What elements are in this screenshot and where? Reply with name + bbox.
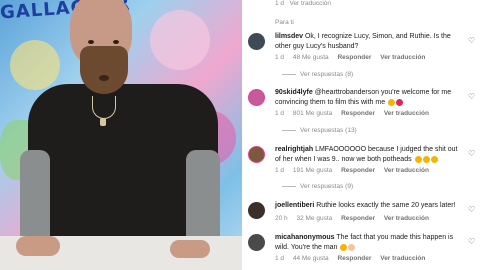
avatar[interactable] [248, 146, 265, 163]
comment-body: Ruthie looks exactly the same 20 years l… [316, 202, 456, 209]
person-hand [16, 236, 60, 256]
video-player[interactable]: GALLAGHER [0, 0, 242, 270]
heart-outline-icon[interactable]: ♡ [468, 92, 475, 101]
emoji-icon [348, 243, 356, 251]
person-eye [113, 40, 119, 44]
comment-text: lilmsdev Ok, I recognize Lucy, Simon, an… [275, 32, 463, 52]
avatar[interactable] [248, 234, 265, 251]
comment-time: 1 d [275, 255, 285, 262]
comment-time: 1 d [275, 54, 285, 61]
comment-text: joellentiberi Ruthie looks exactly the s… [275, 201, 463, 211]
person-right-arm [186, 150, 220, 250]
comment-text: realrightjah LMFAOOOOOO because I judged… [275, 145, 463, 165]
view-replies-button[interactable]: Ver respuestas (9) [282, 183, 353, 190]
comment-username[interactable]: realrightjah [275, 146, 313, 153]
emoji-icon [388, 98, 396, 106]
emoji-icon [422, 155, 430, 163]
reply-button[interactable]: Responder [341, 215, 375, 222]
heart-outline-icon[interactable]: ♡ [468, 149, 475, 158]
translate-button[interactable]: Ver traducción [380, 255, 425, 262]
comment-likes: 801 Me gusta [292, 110, 333, 117]
comment-username[interactable]: joellentiberi [275, 202, 314, 209]
reply-button[interactable]: Responder [341, 110, 375, 117]
comment-username[interactable]: lilmsdev [275, 33, 303, 40]
previous-comment-time: 1 d [275, 0, 285, 7]
necklace-pendant [100, 118, 106, 126]
comment-username[interactable]: micahanonymous [275, 234, 335, 241]
view-replies-button[interactable]: Ver respuestas (8) [282, 71, 353, 78]
heart-outline-icon[interactable]: ♡ [468, 36, 475, 45]
replies-divider [282, 129, 296, 131]
view-replies-label: Ver respuestas (9) [300, 183, 354, 190]
comment-meta: 1 d 48 Me gusta Responder Ver traducción [275, 54, 432, 61]
comments-panel[interactable]: 1 d Ver traducción Para ti lilmsdev Ok, … [242, 0, 480, 270]
comment-time: 1 d [275, 110, 285, 117]
comment-text: 90skid4lyfe @hearttrobanderson you're we… [275, 88, 463, 108]
emoji-icon [414, 155, 422, 163]
necklace [92, 96, 116, 119]
comment-time: 1 d [275, 167, 285, 174]
background-burst-decoration [10, 40, 60, 90]
view-replies-label: Ver respuestas (8) [300, 71, 354, 78]
comment-likes: 32 Me gusta [296, 215, 333, 222]
comment-meta: 1 d 44 Me gusta Responder Ver traducción [275, 255, 432, 262]
person-beard [80, 46, 128, 94]
translate-button[interactable]: Ver traducción [384, 215, 429, 222]
avatar[interactable] [248, 202, 265, 219]
comment-username[interactable]: 90skid4lyfe [275, 89, 313, 96]
comment-meta: 20 h 32 Me gusta Responder Ver traducció… [275, 215, 436, 222]
comment-text: micahanonymous The fact that you made th… [275, 233, 463, 253]
comment-meta: 1 d 801 Me gusta Responder Ver traducció… [275, 110, 436, 117]
replies-divider [282, 185, 296, 187]
comment-likes: 48 Me gusta [292, 54, 329, 61]
view-replies-button[interactable]: Ver respuestas (13) [282, 127, 357, 134]
replies-divider [282, 73, 296, 75]
avatar[interactable] [248, 33, 265, 50]
comment-time: 20 h [275, 215, 288, 222]
previous-comment-translate[interactable]: Ver traducción [289, 0, 331, 7]
reply-button[interactable]: Responder [341, 167, 375, 174]
reply-button[interactable]: Responder [337, 54, 371, 61]
translate-button[interactable]: Ver traducción [384, 110, 429, 117]
view-replies-label: Ver respuestas (13) [300, 127, 357, 134]
person-left-arm [20, 150, 50, 245]
person-mouth [99, 75, 109, 81]
previous-comment-meta: 1 d Ver traducción [275, 0, 331, 7]
avatar[interactable] [248, 89, 265, 106]
comment-meta: 1 d 191 Me gusta Responder Ver traducció… [275, 167, 436, 174]
background-burst-decoration [150, 10, 210, 70]
heart-emoji-icon [396, 98, 404, 106]
emoji-icon [430, 155, 438, 163]
translate-button[interactable]: Ver traducción [384, 167, 429, 174]
heart-outline-icon[interactable]: ♡ [468, 237, 475, 246]
comment-likes: 44 Me gusta [292, 255, 329, 262]
emoji-icon [340, 243, 348, 251]
person-eye [88, 40, 94, 44]
para-ti-label: Para ti [275, 19, 294, 26]
reply-button[interactable]: Responder [337, 255, 371, 262]
translate-button[interactable]: Ver traducción [380, 54, 425, 61]
comment-likes: 191 Me gusta [292, 167, 333, 174]
person-hand [170, 240, 210, 258]
heart-outline-icon[interactable]: ♡ [468, 205, 475, 214]
